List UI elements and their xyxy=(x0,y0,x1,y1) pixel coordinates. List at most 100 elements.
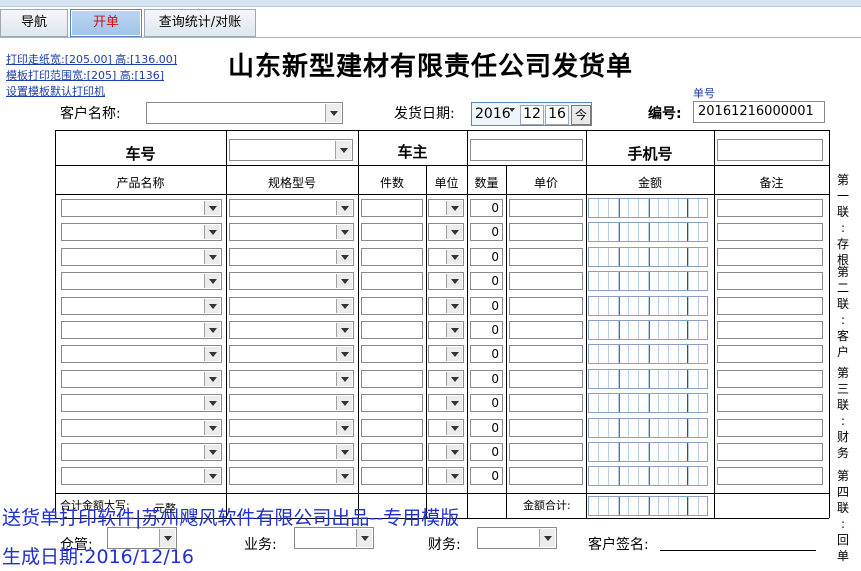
chevron-down-icon[interactable] xyxy=(204,445,220,459)
chevron-down-icon[interactable] xyxy=(204,274,220,289)
unit-select[interactable] xyxy=(428,199,464,217)
pieces-field[interactable] xyxy=(361,345,423,364)
product-select[interactable] xyxy=(61,394,222,413)
remark-field[interactable] xyxy=(717,321,823,339)
remark-field[interactable] xyxy=(717,369,823,388)
remark-field[interactable] xyxy=(717,418,823,437)
chevron-down-icon[interactable] xyxy=(204,298,220,313)
quantity-field[interactable]: 0 xyxy=(470,443,503,461)
unit-price-field[interactable] xyxy=(509,321,583,339)
finance-select[interactable] xyxy=(477,527,557,549)
chevron-down-icon[interactable] xyxy=(204,420,220,435)
chevron-down-icon[interactable] xyxy=(336,225,352,240)
chevron-down-icon[interactable] xyxy=(336,323,352,337)
chevron-down-icon[interactable] xyxy=(446,420,462,435)
date-year[interactable]: 2016 xyxy=(475,106,511,122)
unit-price-field[interactable] xyxy=(509,418,583,437)
quantity-field[interactable]: 0 xyxy=(470,223,503,242)
chevron-down-icon[interactable] xyxy=(539,529,555,547)
chevron-down-icon[interactable] xyxy=(336,420,352,435)
spec-select[interactable] xyxy=(229,247,354,266)
remark-field[interactable] xyxy=(717,296,823,315)
chevron-down-icon[interactable] xyxy=(336,396,352,411)
unit-price-field[interactable] xyxy=(509,394,583,413)
unit-select[interactable] xyxy=(428,394,464,413)
remark-field[interactable] xyxy=(717,345,823,364)
total-amount-field[interactable] xyxy=(588,495,708,516)
unit-select[interactable] xyxy=(428,223,464,242)
quantity-field[interactable]: 0 xyxy=(470,321,503,339)
chevron-down-icon[interactable] xyxy=(446,323,462,337)
quantity-field[interactable]: 0 xyxy=(470,369,503,388)
unit-price-field[interactable] xyxy=(509,272,583,291)
product-select[interactable] xyxy=(61,467,222,486)
chevron-down-icon[interactable] xyxy=(336,298,352,313)
product-select[interactable] xyxy=(61,345,222,364)
unit-price-field[interactable] xyxy=(509,223,583,242)
spec-select[interactable] xyxy=(229,443,354,461)
unit-select[interactable] xyxy=(428,296,464,315)
unit-price-field[interactable] xyxy=(509,369,583,388)
remark-field[interactable] xyxy=(717,272,823,291)
quantity-field[interactable]: 0 xyxy=(470,199,503,217)
remark-field[interactable] xyxy=(717,394,823,413)
amount-digit-field[interactable] xyxy=(588,368,708,389)
unit-select[interactable] xyxy=(428,321,464,339)
unit-price-field[interactable] xyxy=(509,296,583,315)
unit-select[interactable] xyxy=(428,467,464,486)
unit-select[interactable] xyxy=(428,345,464,364)
amount-digit-field[interactable] xyxy=(588,198,708,218)
quantity-field[interactable]: 0 xyxy=(470,467,503,486)
chevron-down-icon[interactable] xyxy=(446,298,462,313)
unit-price-field[interactable] xyxy=(509,467,583,486)
spec-select[interactable] xyxy=(229,272,354,291)
chevron-down-icon[interactable] xyxy=(204,225,220,240)
quantity-field[interactable]: 0 xyxy=(470,394,503,413)
chevron-down-icon[interactable] xyxy=(204,396,220,411)
pieces-field[interactable] xyxy=(361,296,423,315)
owner-field[interactable] xyxy=(470,139,583,161)
product-select[interactable] xyxy=(61,223,222,242)
amount-digit-field[interactable] xyxy=(588,295,708,316)
chevron-down-icon[interactable] xyxy=(446,347,462,362)
spec-select[interactable] xyxy=(229,467,354,486)
chevron-down-icon[interactable] xyxy=(336,274,352,289)
chevron-down-icon[interactable] xyxy=(204,323,220,337)
chevron-down-icon[interactable] xyxy=(446,201,462,215)
pieces-field[interactable] xyxy=(361,418,423,437)
chevron-down-icon[interactable] xyxy=(204,371,220,386)
amount-digit-field[interactable] xyxy=(588,246,708,267)
chevron-down-icon[interactable] xyxy=(336,469,352,484)
remark-field[interactable] xyxy=(717,247,823,266)
quantity-field[interactable]: 0 xyxy=(470,272,503,291)
quantity-field[interactable]: 0 xyxy=(470,247,503,266)
spec-select[interactable] xyxy=(229,345,354,364)
spec-select[interactable] xyxy=(229,394,354,413)
unit-select[interactable] xyxy=(428,247,464,266)
quantity-field[interactable]: 0 xyxy=(470,296,503,315)
product-select[interactable] xyxy=(61,199,222,217)
unit-price-field[interactable] xyxy=(509,345,583,364)
tab-navigation[interactable]: 导航 xyxy=(0,9,68,37)
default-printer-link[interactable]: 设置模板默认打印机 xyxy=(6,83,105,99)
date-day[interactable]: 16 xyxy=(545,105,569,125)
remark-field[interactable] xyxy=(717,467,823,486)
pieces-field[interactable] xyxy=(361,321,423,339)
spec-select[interactable] xyxy=(229,296,354,315)
chevron-down-icon[interactable] xyxy=(204,347,220,362)
today-button[interactable]: 今 xyxy=(571,105,591,125)
phone-field[interactable] xyxy=(717,139,823,161)
quantity-field[interactable]: 0 xyxy=(470,345,503,364)
amount-digit-field[interactable] xyxy=(588,320,708,340)
spec-select[interactable] xyxy=(229,199,354,217)
unit-price-field[interactable] xyxy=(509,199,583,217)
product-select[interactable] xyxy=(61,418,222,437)
unit-select[interactable] xyxy=(428,369,464,388)
chevron-down-icon[interactable] xyxy=(336,201,352,215)
chevron-down-icon[interactable] xyxy=(336,445,352,459)
chevron-down-icon[interactable] xyxy=(446,371,462,386)
spec-select[interactable] xyxy=(229,418,354,437)
pieces-field[interactable] xyxy=(361,443,423,461)
unit-select[interactable] xyxy=(428,272,464,291)
product-select[interactable] xyxy=(61,272,222,291)
